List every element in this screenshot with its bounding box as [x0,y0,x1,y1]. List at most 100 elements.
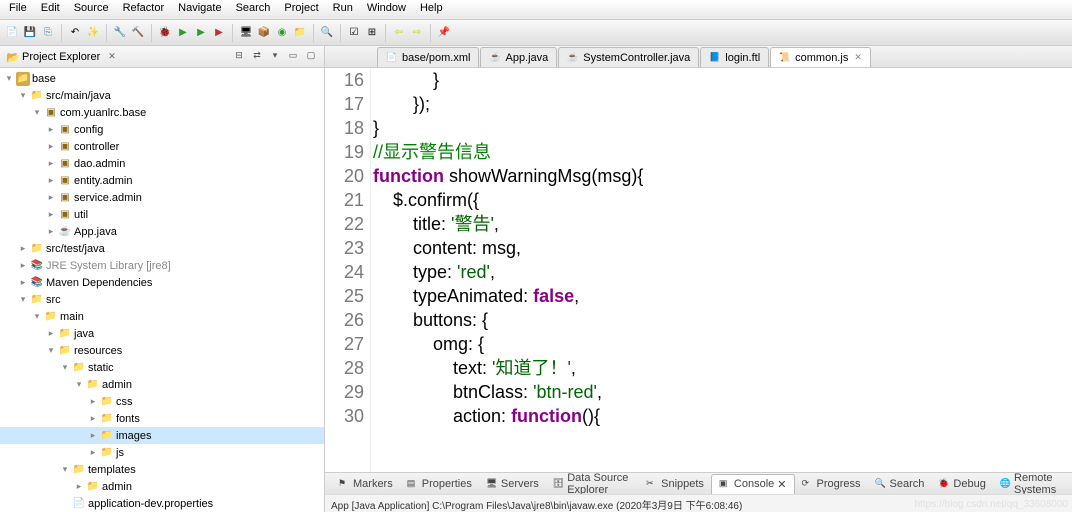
new-resource-icon[interactable]: 📦 [256,25,272,41]
tool-icon[interactable]: 🔧 [112,25,128,41]
twisty-icon[interactable]: ▸ [18,243,28,254]
tree-item[interactable]: ▸📁css [0,393,324,410]
tree-item[interactable]: ▸📁fonts [0,410,324,427]
view-tab-console[interactable]: ▣Console✕ [711,474,795,494]
menu-file[interactable]: File [2,0,34,19]
run-last-icon[interactable]: ▶ [193,25,209,41]
twisty-icon[interactable]: ▾ [18,294,28,305]
twisty-icon[interactable]: ▸ [46,328,56,339]
editor-tab[interactable]: 📘login.ftl [700,47,769,67]
close-icon[interactable]: ✕ [777,478,786,491]
twisty-icon[interactable]: ▸ [46,158,56,169]
twisty-icon[interactable]: ▾ [4,73,14,84]
menu-project[interactable]: Project [277,0,325,19]
view-menu-icon[interactable]: ▾ [268,50,282,64]
code-line[interactable]: function showWarningMsg(msg){ [373,164,1072,188]
tree-item[interactable]: ▸📁src/test/java [0,240,324,257]
twisty-icon[interactable]: ▸ [18,277,28,288]
code-line[interactable]: //显示警告信息 [373,140,1072,164]
tree-item[interactable]: ▾📁main [0,308,324,325]
view-tab-debug[interactable]: 🐞Debug [931,474,992,494]
twisty-icon[interactable]: ▾ [32,311,42,322]
view-tab-markers[interactable]: ⚑Markers [331,474,400,494]
menu-run[interactable]: Run [326,0,360,19]
tree-item[interactable]: ▸▣entity.admin [0,172,324,189]
source-code[interactable]: } });}//显示警告信息function showWarningMsg(ms… [371,68,1072,472]
twisty-icon[interactable]: ▾ [46,345,56,356]
tree-item[interactable]: ▸📚Maven Dependencies [0,274,324,291]
tree-item[interactable]: ▾📁src/main/java [0,87,324,104]
new-class-icon[interactable]: ◉ [274,25,290,41]
outline-icon[interactable]: ⊞ [364,25,380,41]
twisty-icon[interactable]: ▾ [60,362,70,373]
code-line[interactable]: omg: { [373,332,1072,356]
tree-item[interactable]: ▾▣com.yuanlrc.base [0,104,324,121]
code-line[interactable]: title: '警告', [373,212,1072,236]
twisty-icon[interactable]: ▸ [46,175,56,186]
menu-source[interactable]: Source [67,0,116,19]
twisty-icon[interactable]: ▸ [88,396,98,407]
back-icon[interactable]: ⇦ [391,25,407,41]
editor-tab[interactable]: 📜common.js✕ [770,47,871,67]
tree-item[interactable]: ▸▣config [0,121,324,138]
editor-tab[interactable]: 📄base/pom.xml [377,47,479,67]
twisty-icon[interactable]: ▾ [18,90,28,101]
ext-tools-icon[interactable]: ▶ [211,25,227,41]
twisty-icon[interactable]: ▾ [74,379,84,390]
save-all-icon[interactable]: ⎘ [40,25,56,41]
search-icon[interactable]: 🔍 [319,25,335,41]
tree-item[interactable]: ▸📁admin [0,478,324,495]
code-line[interactable]: $.confirm({ [373,188,1072,212]
twisty-icon[interactable]: ▸ [46,226,56,237]
twisty-icon[interactable]: ▸ [74,481,84,492]
code-line[interactable]: type: 'red', [373,260,1072,284]
twisty-icon[interactable]: ▸ [46,124,56,135]
maximize-icon[interactable]: ▢ [304,50,318,64]
editor-tab[interactable]: ☕App.java [480,47,557,67]
close-icon[interactable]: ✕ [108,51,116,62]
editor-tab[interactable]: ☕SystemController.java [558,47,699,67]
debug-icon[interactable]: 🐞 [157,25,173,41]
view-tab-progress[interactable]: ⟳Progress [795,474,868,494]
save-icon[interactable]: 💾 [22,25,38,41]
twisty-icon[interactable]: ▸ [46,141,56,152]
pin-icon[interactable]: 📌 [436,25,452,41]
menu-navigate[interactable]: Navigate [171,0,228,19]
code-line[interactable]: }); [373,92,1072,116]
tree-item[interactable]: ▸📁java [0,325,324,342]
tree-item[interactable]: 📄application-dev.properties [0,495,324,512]
tree-item[interactable]: ▾📁resources [0,342,324,359]
twisty-icon[interactable]: ▸ [88,430,98,441]
new-wizard-icon[interactable]: ✨ [85,25,101,41]
link-editor-icon[interactable]: ⇄ [250,50,264,64]
menu-window[interactable]: Window [360,0,413,19]
new-icon[interactable]: 📄 [4,25,20,41]
twisty-icon[interactable]: ▾ [32,107,42,118]
tree-item[interactable]: ▸▣controller [0,138,324,155]
run-icon[interactable]: ▶ [175,25,191,41]
undo-icon[interactable]: ↶ [67,25,83,41]
tree-item[interactable]: ▾📁base [0,70,324,87]
project-tree[interactable]: ▾📁base▾📁src/main/java▾▣com.yuanlrc.base▸… [0,68,324,512]
tree-item[interactable]: ▸📁images [0,427,324,444]
collapse-all-icon[interactable]: ⊟ [232,50,246,64]
code-editor[interactable]: 161718192021222324252627282930 } });}//显… [325,68,1072,472]
view-tab-servers[interactable]: 🖥Servers [479,474,546,494]
tree-item[interactable]: ▾📁admin [0,376,324,393]
tree-item[interactable]: ▸▣dao.admin [0,155,324,172]
tree-item[interactable]: ▾📁static [0,359,324,376]
code-line[interactable]: content: msg, [373,236,1072,260]
twisty-icon[interactable]: ▸ [46,209,56,220]
menu-help[interactable]: Help [413,0,450,19]
view-tab-snippets[interactable]: ✂Snippets [639,474,711,494]
twisty-icon[interactable]: ▸ [18,260,28,271]
menu-edit[interactable]: Edit [34,0,67,19]
tree-item[interactable]: ▸▣service.admin [0,189,324,206]
menu-refactor[interactable]: Refactor [116,0,172,19]
tree-item[interactable]: ▸📁js [0,444,324,461]
view-tab-data-source-explorer[interactable]: 🗄Data Source Explorer [546,474,639,494]
new-pkg-icon[interactable]: 📁 [292,25,308,41]
task-icon[interactable]: ☑ [346,25,362,41]
code-line[interactable]: action: function(){ [373,404,1072,428]
minimize-icon[interactable]: ▭ [286,50,300,64]
